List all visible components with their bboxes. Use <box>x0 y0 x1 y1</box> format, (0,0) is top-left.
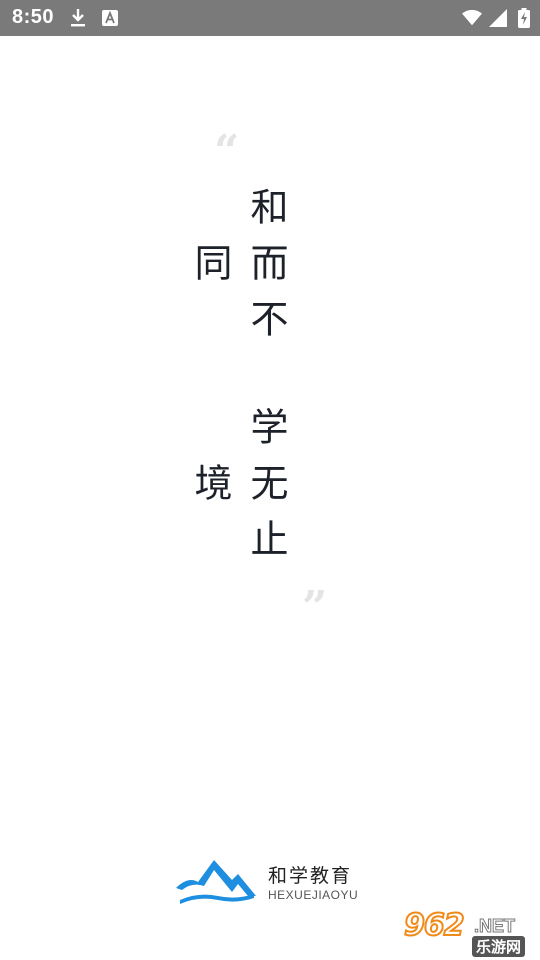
status-bar: 8:50 <box>0 0 540 36</box>
open-quote-mark: “ <box>214 126 240 177</box>
watermark-site-name: 乐游网 <box>472 936 526 957</box>
download-icon <box>68 8 88 28</box>
watermark-tld: .NET <box>473 916 516 937</box>
a-text-icon <box>100 8 120 28</box>
motto-line-2: 学无止境 <box>188 407 288 575</box>
battery-charging-icon <box>514 8 534 28</box>
app-name-pinyin: HEXUEJIAOYU <box>268 888 359 902</box>
app-name: 和学教育 <box>268 865 353 887</box>
signal-icon <box>488 8 508 28</box>
status-time: 8:50 <box>12 6 55 28</box>
close-quote-mark: ” <box>302 582 328 633</box>
watermark-logo: 962 .NET 乐游网 <box>400 907 536 957</box>
mountain-logo-icon <box>174 856 258 906</box>
wifi-icon <box>462 8 482 28</box>
splash-screen: 8:50 “ 和而不同 学无止境 ” 和学教育 HEXUEJIAOYU 962 … <box>0 0 540 960</box>
motto-line-1: 和而不同 <box>188 187 288 355</box>
watermark-number: 962 <box>403 907 466 944</box>
